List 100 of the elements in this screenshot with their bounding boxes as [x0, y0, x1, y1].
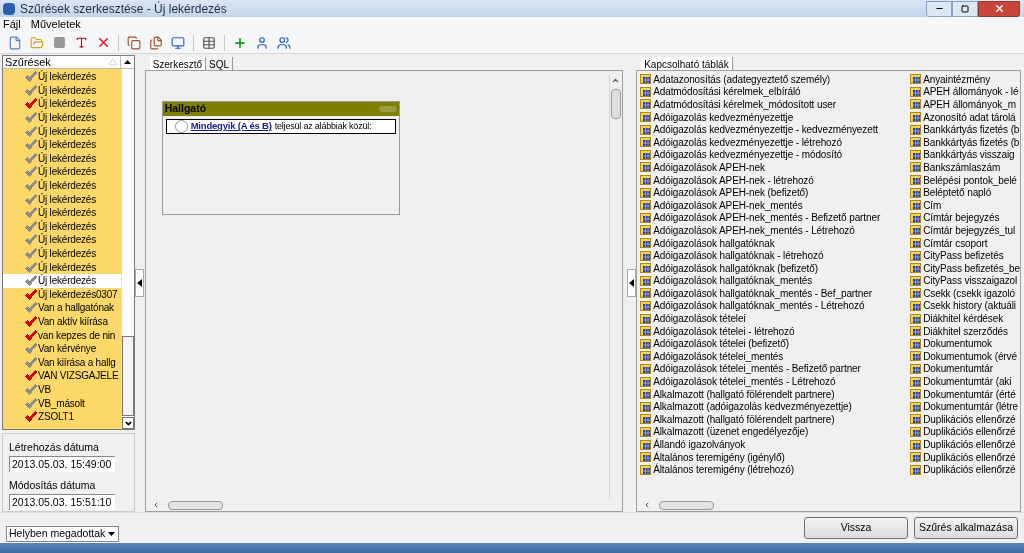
table-item[interactable]: Adóigazolás kedvezményezettje - kedvezményezett [640, 123, 911, 136]
table-item[interactable]: Adóigazolások hallgatóknak_mentés - Bef_partner [640, 287, 911, 300]
tree-item[interactable]: Új lekérdezés [3, 83, 121, 98]
table-item[interactable]: Alkalmazott (hallgató fölérendelt partnere) [640, 387, 911, 401]
tree-item[interactable]: Új lekérdezés [3, 137, 121, 152]
tree-item[interactable]: Új lekérdezés [3, 233, 121, 247]
scroll-thumb[interactable] [610, 89, 621, 119]
tree-item[interactable]: Van aktív kiírása [3, 314, 121, 329]
date-field[interactable]: 2013.05.03. 15:49:00 [9, 455, 115, 472]
close-button[interactable] [978, 0, 1020, 17]
table-item[interactable]: Cím [910, 198, 1020, 212]
table-item[interactable]: Adóigazolások tételei - létrehozó [640, 324, 911, 338]
tree-item[interactable]: Új lekérdezés [3, 124, 121, 138]
table-item[interactable]: CityPass visszaigazol [910, 274, 1020, 288]
table-item[interactable]: Adóigazolások hallgatóknak_mentés - Létrehozó [640, 299, 911, 313]
table-item[interactable]: Adóigazolások APEH-nek (befizető) [640, 186, 911, 199]
column-header[interactable]: Szűrések [3, 56, 121, 69]
table-item[interactable]: Dokumentumtár (érté [910, 387, 1020, 401]
table-item[interactable]: Belépési pontok_belé [910, 173, 1020, 187]
table-item[interactable]: Adóigazolás kedvezményezettje [640, 110, 911, 124]
table-item[interactable]: Címtár bejegyzés [910, 211, 1020, 225]
table-item[interactable]: Adatazonosítás (adategyeztető személy) [640, 73, 911, 86]
scroll-thumb[interactable] [659, 500, 715, 510]
table-item[interactable]: Csekk (csekk igazoló [910, 287, 1020, 300]
collapse-handle[interactable] [135, 269, 145, 297]
table-item[interactable]: APEH állományok - lé [910, 85, 1020, 99]
maximize-button[interactable] [952, 0, 978, 17]
table-item[interactable]: Általános teremigény (igénylő) [640, 450, 911, 464]
table-item[interactable]: Adóigazolások tételei_mentés - Létrehozó [640, 375, 911, 388]
table-item[interactable]: Adóigazolások APEH-nek_mentés - Befizető partner [640, 211, 911, 225]
table-item[interactable]: Duplikációs ellenőrzé [910, 425, 1020, 439]
scroll-thumb[interactable] [122, 336, 134, 416]
table-item[interactable]: APEH állományok_m [910, 98, 1020, 111]
menu-item[interactable]: Fájl [3, 16, 21, 33]
table-item[interactable]: Címtár csoport [910, 236, 1020, 250]
table-item[interactable]: Beléptető napló [910, 186, 1020, 199]
table-item[interactable]: Dokumentumtár (aki [910, 375, 1020, 388]
table-item[interactable]: Dokumentumtár (létre [910, 400, 1020, 414]
table-item[interactable]: Adóigazolások APEH-nek - létrehozó [640, 173, 911, 187]
table-item[interactable]: Adóigazolás kedvezményezettje - módosító [640, 148, 911, 162]
table-item[interactable]: Alkalmazott (adóigazolás kedvezményezettje) [640, 400, 911, 414]
scroll-up-icon[interactable] [611, 76, 620, 85]
tree-item[interactable]: Új lekérdezés [3, 246, 121, 261]
tree-item[interactable]: Új lekérdezés [3, 178, 121, 193]
table-item[interactable]: Adatmódosítási kérelmek_módosított user [640, 98, 911, 111]
scope-dropdown[interactable]: Helyben megadottak [6, 526, 119, 542]
table-item[interactable]: Diákhitel kérdések [910, 312, 1020, 325]
tree-item[interactable]: Új lekérdezés [3, 70, 121, 84]
table-item[interactable]: Dokumentumok (érvé [910, 350, 1020, 363]
table-item[interactable]: Adóigazolások tételei_mentés [640, 350, 911, 363]
table-item[interactable]: Címtár bejegyzés_tul [910, 224, 1020, 237]
table-item[interactable]: Adóigazolások APEH-nek_mentés - Létrehozó [640, 224, 911, 237]
table-item[interactable]: Adóigazolások hallgatóknak_mentés [640, 274, 911, 288]
tree-item[interactable]: Új lekérdezés [3, 219, 121, 234]
table-item[interactable]: Alkalmazott (hallgató fölérendelt partnere) [640, 413, 911, 426]
tree-item[interactable]: Új lekérdezés [3, 205, 121, 220]
table-item[interactable]: Duplikációs ellenőrzé [910, 463, 1020, 476]
tree-item[interactable]: VB_másolt [3, 396, 121, 410]
tree-item[interactable]: Új lekérdezés [3, 110, 121, 125]
table-item[interactable]: Bankkártyás fizetés (b [910, 135, 1020, 149]
table-item[interactable]: Adóigazolások tételei_mentés - Befizető partner [640, 362, 911, 376]
table-item[interactable]: Azonosító adat tárolá [910, 110, 1020, 124]
table-item[interactable]: Duplikációs ellenőrzé [910, 450, 1020, 464]
vertical-scrollbar[interactable] [608, 74, 622, 499]
tree-item[interactable]: Új lekérdezés0307 [3, 287, 121, 302]
tree-item[interactable]: Van kérvénye [3, 341, 121, 356]
tree-item[interactable]: Új lekérdezés [3, 97, 121, 111]
table-item[interactable]: Adatmódosítási kérelmek_elbíráló [640, 85, 911, 99]
table-item[interactable]: Adóigazolások APEH-nek [640, 161, 911, 174]
tree-item[interactable]: Új lekérdezés [3, 260, 121, 274]
menu-item[interactable]: Műveletek [30, 16, 81, 33]
table-item[interactable]: Bankkártyás visszaig [910, 148, 1020, 162]
table-item[interactable]: Bankszámlaszám [910, 161, 1020, 174]
action-button[interactable]: Vissza [804, 517, 908, 539]
table-item[interactable]: Adóigazolások hallgatóknak [640, 236, 911, 250]
table-item[interactable]: Alkalmazott (üzenet engedélyezője) [640, 425, 911, 439]
table-item[interactable]: Adóigazolások hallgatóknak - létrehozó [640, 249, 911, 262]
table-item[interactable]: Adóigazolások APEH-nek_mentés [640, 198, 911, 212]
scroll-down-button[interactable] [122, 417, 134, 429]
tab[interactable]: SQL [206, 57, 234, 70]
collapse-handle[interactable] [626, 269, 636, 297]
date-field[interactable]: 2013.05.03. 15:51:10 [9, 493, 115, 510]
tree-item[interactable]: ZSOLT1 [3, 409, 121, 424]
action-button[interactable]: Szűrés alkalmazása [914, 517, 1018, 539]
table-item[interactable]: Bankkártyás fizetés (b [910, 123, 1020, 136]
tree-item[interactable]: Van kiírása a hallg [3, 355, 121, 370]
table-item[interactable]: CityPass befizetés [910, 249, 1020, 262]
tree-item[interactable]: Új lekérdezés [3, 192, 121, 206]
tree-item[interactable]: VB [3, 382, 121, 397]
table-item[interactable]: Dokumentumtár [910, 362, 1020, 376]
tree-item[interactable]: VAN VIZSGAJELE [3, 369, 121, 383]
vertical-scrollbar[interactable] [121, 69, 134, 429]
tab[interactable]: Szerkesztő [149, 57, 207, 70]
tree-item[interactable]: Új lekérdezés [3, 273, 121, 288]
condition-link[interactable]: Mindegyik (A és B) [190, 119, 272, 134]
tree-item[interactable]: Új lekérdezés [3, 165, 121, 179]
table-item[interactable]: CityPass befizetés_be [910, 261, 1020, 275]
table-item[interactable]: Adóigazolások tételei [640, 312, 911, 325]
table-item[interactable]: Csekk history (aktuáli [910, 299, 1020, 313]
table-item[interactable]: Diákhitel szerződés [910, 324, 1020, 338]
